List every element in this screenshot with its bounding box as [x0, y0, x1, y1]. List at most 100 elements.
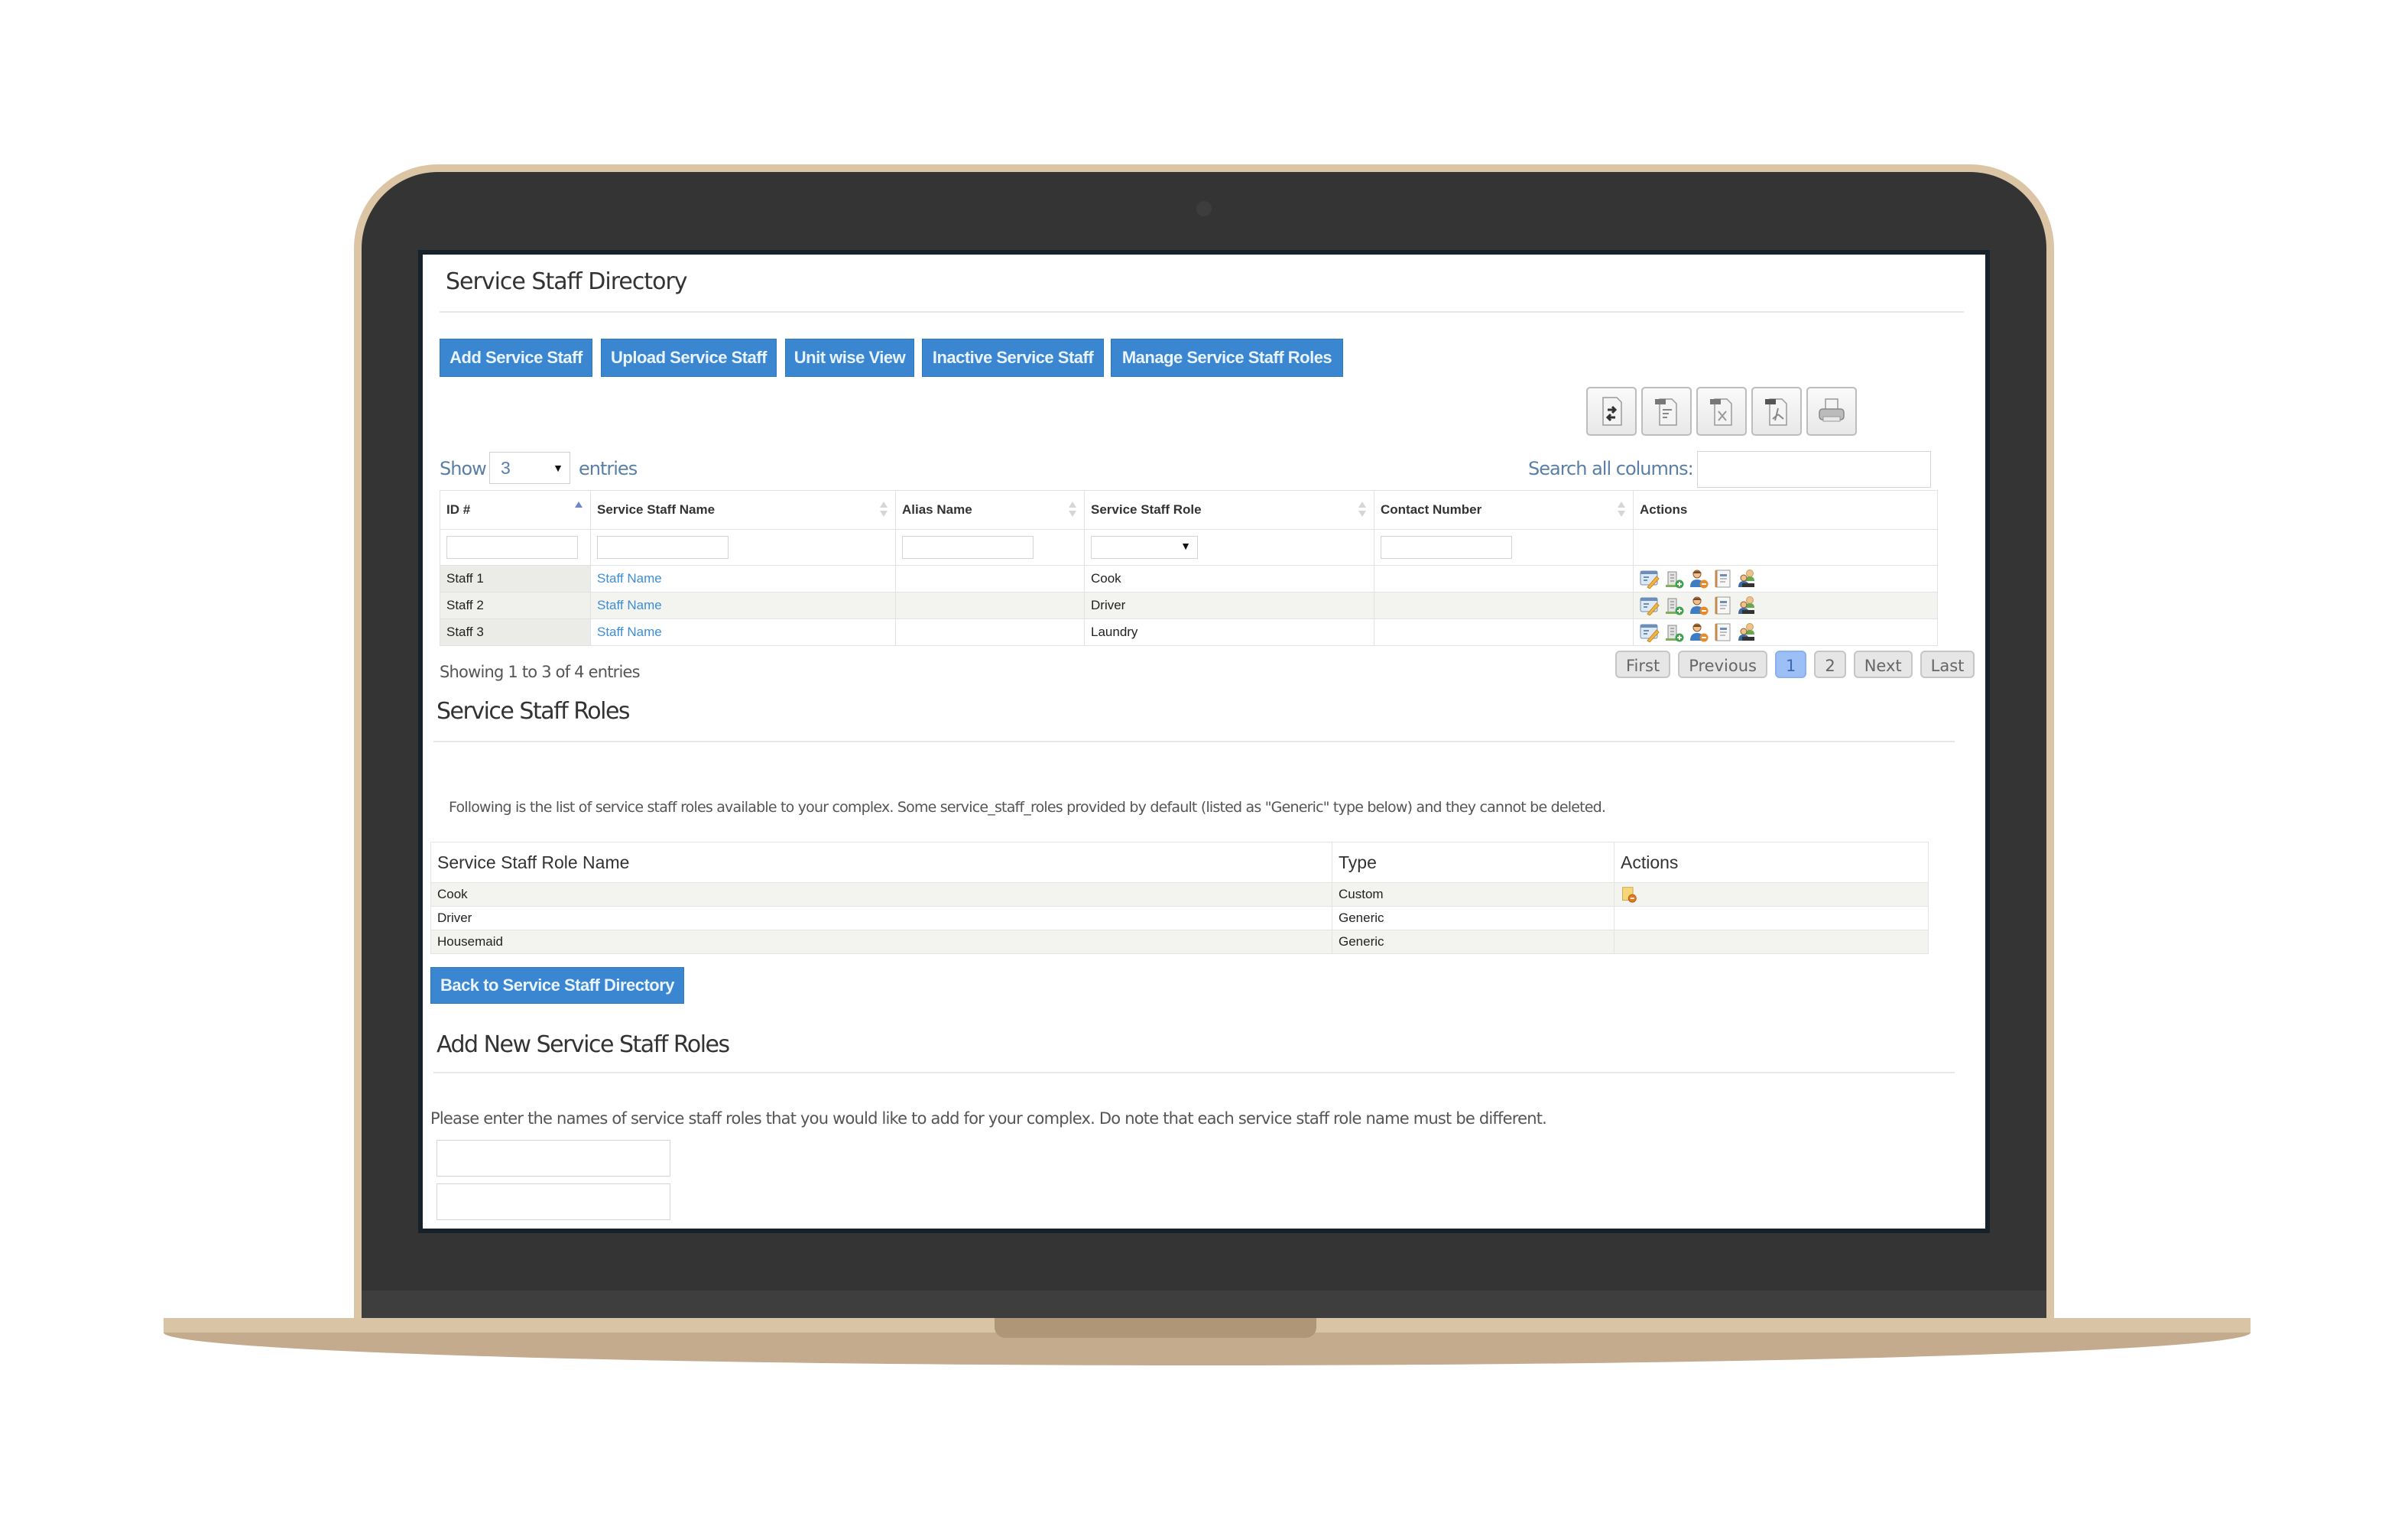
cell-id: Staff 1 [440, 565, 591, 592]
roles-section-title: Service Staff Roles [436, 698, 631, 725]
cell-actions [1633, 565, 1938, 592]
deactivate-user-icon[interactable] [1689, 569, 1709, 589]
assign-unit-icon[interactable] [1664, 569, 1684, 589]
notes-icon[interactable] [1713, 622, 1733, 642]
cell-role-name: Housemaid [430, 930, 1332, 954]
assign-unit-icon[interactable] [1664, 622, 1684, 642]
roles-header-row: Service Staff Role Name Type Actions [430, 842, 1929, 883]
table-header-row: ID # Service Staff Name Alias Name Servi… [440, 490, 1938, 530]
role-row: Driver Generic [430, 906, 1929, 930]
new-role-input[interactable] [436, 1183, 670, 1220]
pagination: First Previous 1 2 Next Last [1615, 651, 1975, 678]
column-header-id[interactable]: ID # [440, 490, 591, 530]
add-roles-section-title: Add New Service Staff Roles [436, 1031, 730, 1058]
sort-ascending-icon [575, 502, 583, 508]
add-service-staff-button[interactable]: Add Service Staff [440, 339, 592, 377]
edit-icon[interactable] [1640, 596, 1660, 616]
page-2-button[interactable]: 2 [1814, 651, 1846, 678]
upload-service-staff-button[interactable]: Upload Service Staff [601, 339, 777, 377]
filter-role-select[interactable]: ▼ [1091, 536, 1198, 559]
staff-table-body: Staff 1 Staff Name Cook Staff 2 Staff Name Dr… [440, 565, 1938, 646]
pdf-button[interactable] [1751, 387, 1802, 436]
family-icon[interactable] [1738, 596, 1757, 615]
filter-cell [1374, 529, 1634, 566]
print-icon [1819, 398, 1845, 422]
staff-name-link[interactable]: Staff Name [597, 571, 662, 586]
page-length-value: 3 [501, 458, 511, 478]
table-info: Showing 1 to 3 of 4 entries [440, 663, 641, 681]
staff-name-link[interactable]: Staff Name [597, 625, 662, 639]
family-icon[interactable] [1738, 622, 1757, 642]
staff-name-link[interactable]: Staff Name [597, 598, 662, 612]
cell-id: Staff 3 [440, 618, 591, 646]
new-role-input[interactable] [436, 1140, 670, 1177]
dropdown-arrow-icon: ▼ [1180, 540, 1191, 552]
last-page-button[interactable]: Last [1920, 651, 1975, 678]
delete-icon[interactable] [1621, 886, 1637, 903]
title-divider [440, 311, 1964, 313]
cell-alias [895, 565, 1085, 592]
column-header-label: Contact Number [1381, 502, 1482, 517]
column-header-type: Type [1332, 842, 1615, 883]
filter-cell [895, 529, 1085, 566]
cell-role-type: Custom [1332, 882, 1615, 907]
column-header-label: ID # [446, 502, 471, 517]
xls-icon [1710, 398, 1732, 426]
page-1-button[interactable]: 1 [1774, 651, 1807, 678]
column-header-role[interactable]: Service Staff Role [1084, 490, 1374, 530]
entries-label: entries [579, 458, 638, 479]
notes-icon[interactable] [1713, 596, 1733, 615]
filter-alias-input[interactable] [902, 536, 1034, 559]
back-to-directory-button[interactable]: Back to Service Staff Directory [430, 967, 684, 1004]
filter-id-input[interactable] [446, 536, 578, 559]
filter-row: ▼ [440, 529, 1938, 566]
column-header-contact[interactable]: Contact Number [1374, 490, 1634, 530]
cell-role-name: Cook [430, 882, 1332, 907]
page-length-select[interactable]: 3 ▼ [489, 452, 570, 484]
print-button[interactable] [1806, 387, 1857, 436]
inactive-service-staff-button[interactable]: Inactive Service Staff [922, 339, 1104, 377]
csv-button[interactable] [1641, 387, 1692, 436]
column-header-name[interactable]: Service Staff Name [590, 490, 896, 530]
assign-unit-icon[interactable] [1664, 596, 1684, 615]
screen: Service Staff Directory Add Service Staf… [418, 250, 1990, 1233]
cell-name: Staff Name [590, 565, 896, 592]
deactivate-user-icon[interactable] [1689, 622, 1709, 642]
sort-both-icon [1618, 502, 1625, 517]
cell-alias [895, 592, 1085, 619]
sort-both-icon [1069, 502, 1076, 517]
column-header-alias[interactable]: Alias Name [895, 490, 1085, 530]
sort-both-icon [1358, 502, 1366, 517]
page-title: Service Staff Directory [446, 268, 688, 295]
filter-contact-input[interactable] [1381, 536, 1512, 559]
previous-page-button[interactable]: Previous [1678, 651, 1767, 678]
sort-both-icon [880, 502, 888, 517]
app-page: Service Staff Directory Add Service Staf… [423, 255, 1985, 1229]
edit-icon[interactable] [1640, 622, 1660, 643]
copy-button[interactable] [1586, 387, 1637, 436]
cell-id: Staff 2 [440, 592, 591, 619]
cell-role: Cook [1084, 565, 1374, 592]
table-row: Staff 3 Staff Name Laundry [440, 618, 1938, 646]
family-icon[interactable] [1738, 569, 1757, 589]
filter-cell [440, 529, 591, 566]
cell-actions [1633, 592, 1938, 619]
search-all-columns-input[interactable] [1697, 451, 1931, 488]
edit-icon[interactable] [1640, 569, 1660, 589]
roles-table-body: Cook Custom Driver Generic Housemaid Generic [430, 882, 1929, 954]
first-page-button[interactable]: First [1615, 651, 1671, 678]
show-label: Show [440, 458, 487, 479]
copy-icon [1602, 397, 1622, 426]
cell-role-type: Generic [1332, 930, 1615, 954]
next-page-button[interactable]: Next [1853, 651, 1913, 678]
notes-icon[interactable] [1713, 569, 1733, 589]
deactivate-user-icon[interactable] [1689, 596, 1709, 615]
cell-name: Staff Name [590, 618, 896, 646]
xls-button[interactable] [1696, 387, 1747, 436]
filter-name-input[interactable] [597, 536, 729, 559]
role-row: Cook Custom [430, 882, 1929, 907]
roles-table: Service Staff Role Name Type Actions Coo… [430, 842, 1929, 954]
camera-icon [1196, 201, 1212, 216]
manage-service-staff-roles-button[interactable]: Manage Service Staff Roles [1111, 339, 1343, 377]
unit-wise-view-button[interactable]: Unit wise View [785, 339, 914, 377]
